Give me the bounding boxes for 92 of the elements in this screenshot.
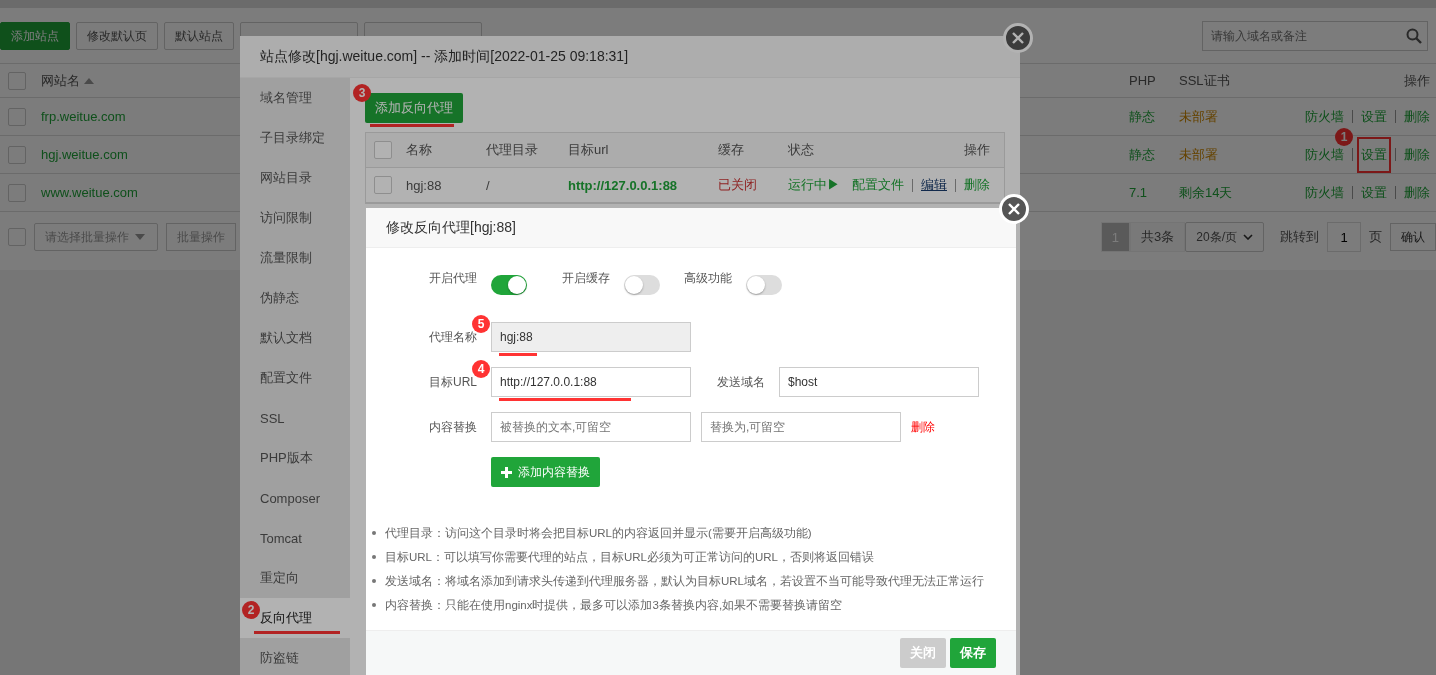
bullet-icon [372,603,376,607]
toolbar-button[interactable]: 修改默认页 [76,22,158,50]
column-header[interactable]: 网站名 [41,71,80,90]
checkbox[interactable] [8,107,26,126]
total-count: 共3条 [1130,222,1186,252]
help-note: 代理目录：访问这个目录时将会把目标URL的内容返回并显示(需要开启高级功能) [385,526,812,541]
site-link[interactable]: www.weitue.com [41,185,138,200]
dialog-title: 站点修改[hgj.weitue.com] -- 添加时间[2022-01-25 09:18:31] [240,36,1020,78]
field-label: 内容替换 [428,418,478,436]
action-link[interactable]: 设置 [1361,183,1387,202]
bullet-icon [372,579,376,583]
number-badge: 3 [353,84,371,102]
toolbar-button[interactable]: 默认站点 [164,22,234,50]
search-field[interactable]: 请输入域名或备注 [1202,21,1428,51]
checkbox[interactable] [8,228,26,246]
column-header: 状态 [788,141,815,159]
checkbox[interactable] [8,71,26,90]
column-header: 名称 [406,141,433,159]
toggle-switch[interactable] [624,275,660,295]
number-badge: 4 [472,360,490,378]
table-cell-text: 7.1 [1129,185,1149,200]
confirm-button[interactable]: 确认 [1390,223,1436,251]
action-link[interactable]: 删除 [964,176,990,194]
help-note: 发送域名：将域名添加到请求头传递到代理服务器，默认为目标URL域名，若设置不当可能导致代理无法正常运行 [385,574,984,589]
sort-icon[interactable] [84,77,94,84]
action-link[interactable]: 删除 [1404,183,1430,202]
column-header: 代理目录 [486,141,539,159]
column-header: 操作 [964,141,990,159]
number-badge: 1 [1335,127,1353,146]
field-label: 发送域名 [716,373,766,391]
number-badge: 5 [472,315,490,333]
column-header: 缓存 [718,141,745,159]
bullet-icon [372,531,376,535]
jump-label: 跳转到 [1280,228,1319,246]
action-link[interactable]: 防火墙 [1305,183,1344,202]
column-header: SSL证书 [1179,71,1231,90]
action-link[interactable]: 配置文件 [852,176,904,194]
table-cell-text: hgj:88 [406,177,443,193]
column-header: 操作 [1404,71,1430,90]
text-field[interactable]: 被替换的文本,可留空 [491,412,691,442]
action-link[interactable]: 删除 [1404,145,1430,164]
toolbar-button[interactable]: 添加站点 [0,22,70,50]
text-field[interactable]: 替换为,可留空 [701,412,901,442]
site-link[interactable]: frp.weitue.com [41,109,126,124]
table-cell-text: 运行中▶ [788,176,841,194]
checkbox[interactable] [8,183,26,202]
add-proxy-button[interactable]: 添加反向代理 [365,93,463,123]
table-cell-text: 未部署 [1179,145,1219,164]
table-cell-text: 静态 [1129,145,1156,164]
save-button[interactable]: 保存 [950,638,996,668]
delete-link[interactable]: 删除 [911,418,935,436]
table-cell-text: 未部署 [1179,107,1219,126]
page-field[interactable]: 1 [1327,222,1361,252]
checkbox[interactable] [374,141,392,159]
table-cell-text: 静态 [1129,107,1156,126]
action-link[interactable]: 设置 [1361,107,1387,126]
text-field[interactable]: http://127.0.0.1:88 [491,367,691,397]
search-icon[interactable] [1406,28,1422,44]
checkbox[interactable] [8,145,26,164]
action-link[interactable]: 防火墙 [1305,145,1344,164]
table-cell-text: / [486,177,491,193]
table-cell-text: 剩余14天 [1179,183,1234,202]
switch-label: 开启缓存 [561,270,611,287]
column-header: PHP [1129,73,1157,88]
help-note: 内容替换：只能在使用nginx时提供，最多可以添加3条替换内容,如果不需要替换请留空 [385,598,843,613]
add-replace-button[interactable]: 添加内容替换 [491,457,600,487]
action-link[interactable]: 防火墙 [1305,107,1344,126]
bullet-icon [372,555,376,559]
text-field[interactable]: $host [779,367,979,397]
underline [499,353,537,356]
action-link[interactable]: 编辑 [921,176,947,194]
caret-icon [135,234,145,240]
switch-label: 高级功能 [683,270,733,287]
checkbox[interactable] [374,176,392,194]
chevron-icon [1243,234,1253,240]
menu-item[interactable]: 反向代理 2 [240,598,350,638]
action-link[interactable]: 设置 [1361,145,1387,164]
table-cell-text: 已关闭 [718,176,758,194]
site-link[interactable]: hgj.weitue.com [41,147,128,162]
help-note: 目标URL：可以填写你需要代理的站点，目标URL必须为可正常访问的URL，否则将返回错误 [385,550,875,565]
switch-label: 开启代理 [428,270,478,287]
toggle-switch[interactable] [746,275,782,295]
column-header: 目标url [568,141,610,159]
table-cell-text: http://127.0.0.1:88 [568,177,679,193]
highlight-frame [1357,136,1391,173]
page-unit: 页 [1369,228,1382,246]
number-badge: 2 [242,601,260,619]
plus-icon [501,466,512,478]
dialog-title: 修改反向代理[hgj:88] [366,208,1016,248]
action-link[interactable]: 删除 [1404,107,1430,126]
page-size-select[interactable]: 20条/页 [1185,222,1264,252]
toggle-switch[interactable] [491,275,527,295]
